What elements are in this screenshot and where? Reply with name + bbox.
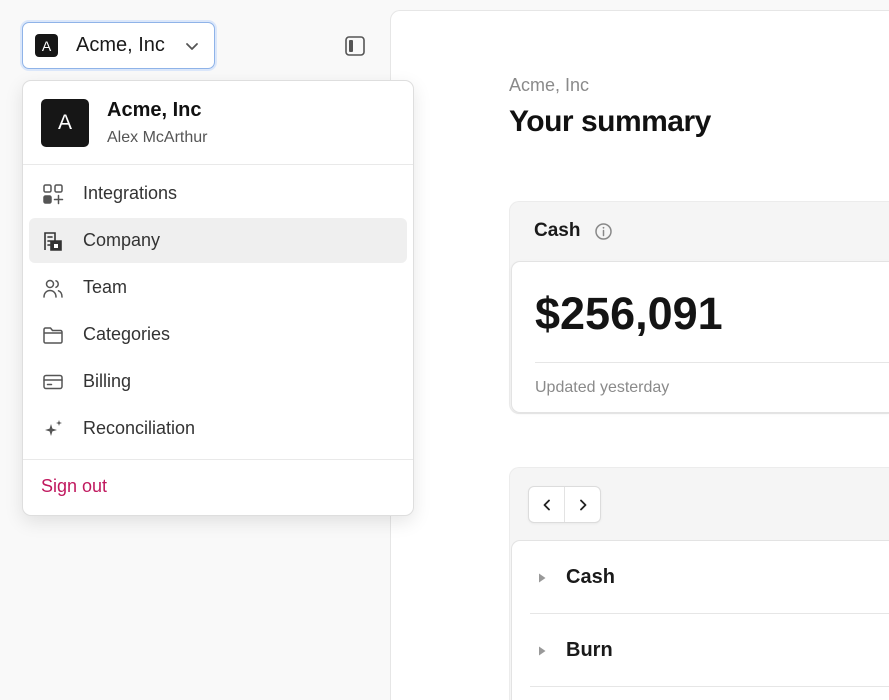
chevron-left-icon — [543, 499, 550, 510]
summary-sections-panel: Cash Burn — [509, 467, 889, 700]
dropdown-user-name: Alex McArthur — [107, 128, 208, 146]
dropdown-org-name: Acme, Inc — [107, 98, 202, 121]
menu-item-integrations[interactable]: Integrations — [29, 171, 407, 216]
folder-icon — [41, 323, 65, 347]
users-icon — [41, 276, 65, 300]
org-avatar-large: A — [41, 98, 89, 147]
menu-item-label: Team — [83, 277, 128, 297]
pager — [528, 486, 601, 523]
summary-rows: Cash Burn — [511, 540, 889, 700]
credit-card-icon — [41, 370, 65, 394]
row-divider — [530, 686, 889, 687]
menu-item-company[interactable]: Company — [29, 218, 407, 263]
sign-out-button[interactable]: Sign out — [41, 476, 107, 497]
cash-card-divider — [535, 362, 889, 363]
summary-row-burn[interactable]: Burn — [512, 614, 889, 686]
org-dropdown-menu: A Acme, Inc Alex McArthur Integrations C… — [22, 80, 414, 516]
menu-item-label: Billing — [83, 371, 132, 391]
menu-item-categories[interactable]: Categories — [29, 312, 407, 357]
menu-item-label: Company — [83, 230, 161, 250]
previous-button[interactable] — [529, 487, 564, 522]
summary-row-label: Burn — [566, 638, 613, 661]
caret-right-icon — [536, 644, 548, 656]
cash-panel: Cash $256,091 Updated yesterday — [509, 201, 889, 414]
cash-card: $256,091 Updated yesterday — [511, 261, 889, 413]
menu-item-label: Integrations — [83, 183, 178, 203]
integrations-icon — [41, 182, 65, 206]
dropdown-divider — [23, 459, 413, 460]
menu-item-reconciliation[interactable]: Reconciliation — [29, 406, 407, 451]
menu-item-billing[interactable]: Billing — [29, 359, 407, 404]
breadcrumb: Acme, Inc — [509, 75, 590, 95]
updated-text: Updated yesterday — [535, 379, 670, 396]
sparkles-icon — [41, 417, 65, 441]
caret-right-icon — [536, 571, 548, 583]
main-content: Acme, Inc Your summary Cash $256,091 Upd… — [390, 10, 889, 700]
menu-item-label: Categories — [83, 324, 171, 344]
next-button[interactable] — [564, 487, 600, 522]
summary-row-cash[interactable]: Cash — [512, 541, 889, 613]
chevron-down-icon — [184, 38, 200, 54]
dropdown-menu-list: Integrations Company Team Categories Bil… — [23, 165, 413, 451]
building-icon — [41, 229, 65, 253]
org-switcher-button[interactable]: A Acme, Inc — [22, 22, 215, 69]
page-title: Your summary — [509, 105, 711, 138]
dropdown-header: A Acme, Inc Alex McArthur — [23, 81, 413, 165]
org-avatar: A — [35, 34, 58, 57]
menu-item-team[interactable]: Team — [29, 265, 407, 310]
org-switcher-name: Acme, Inc — [76, 34, 165, 56]
info-icon[interactable] — [594, 222, 613, 241]
cash-amount: $256,091 — [535, 288, 723, 339]
summary-row-label: Cash — [566, 565, 615, 588]
chevron-right-icon — [579, 499, 586, 510]
sidebar-toggle-icon[interactable] — [342, 33, 367, 58]
cash-panel-header: Cash — [510, 202, 889, 260]
cash-label: Cash — [534, 220, 581, 241]
menu-item-label: Reconciliation — [83, 418, 196, 438]
